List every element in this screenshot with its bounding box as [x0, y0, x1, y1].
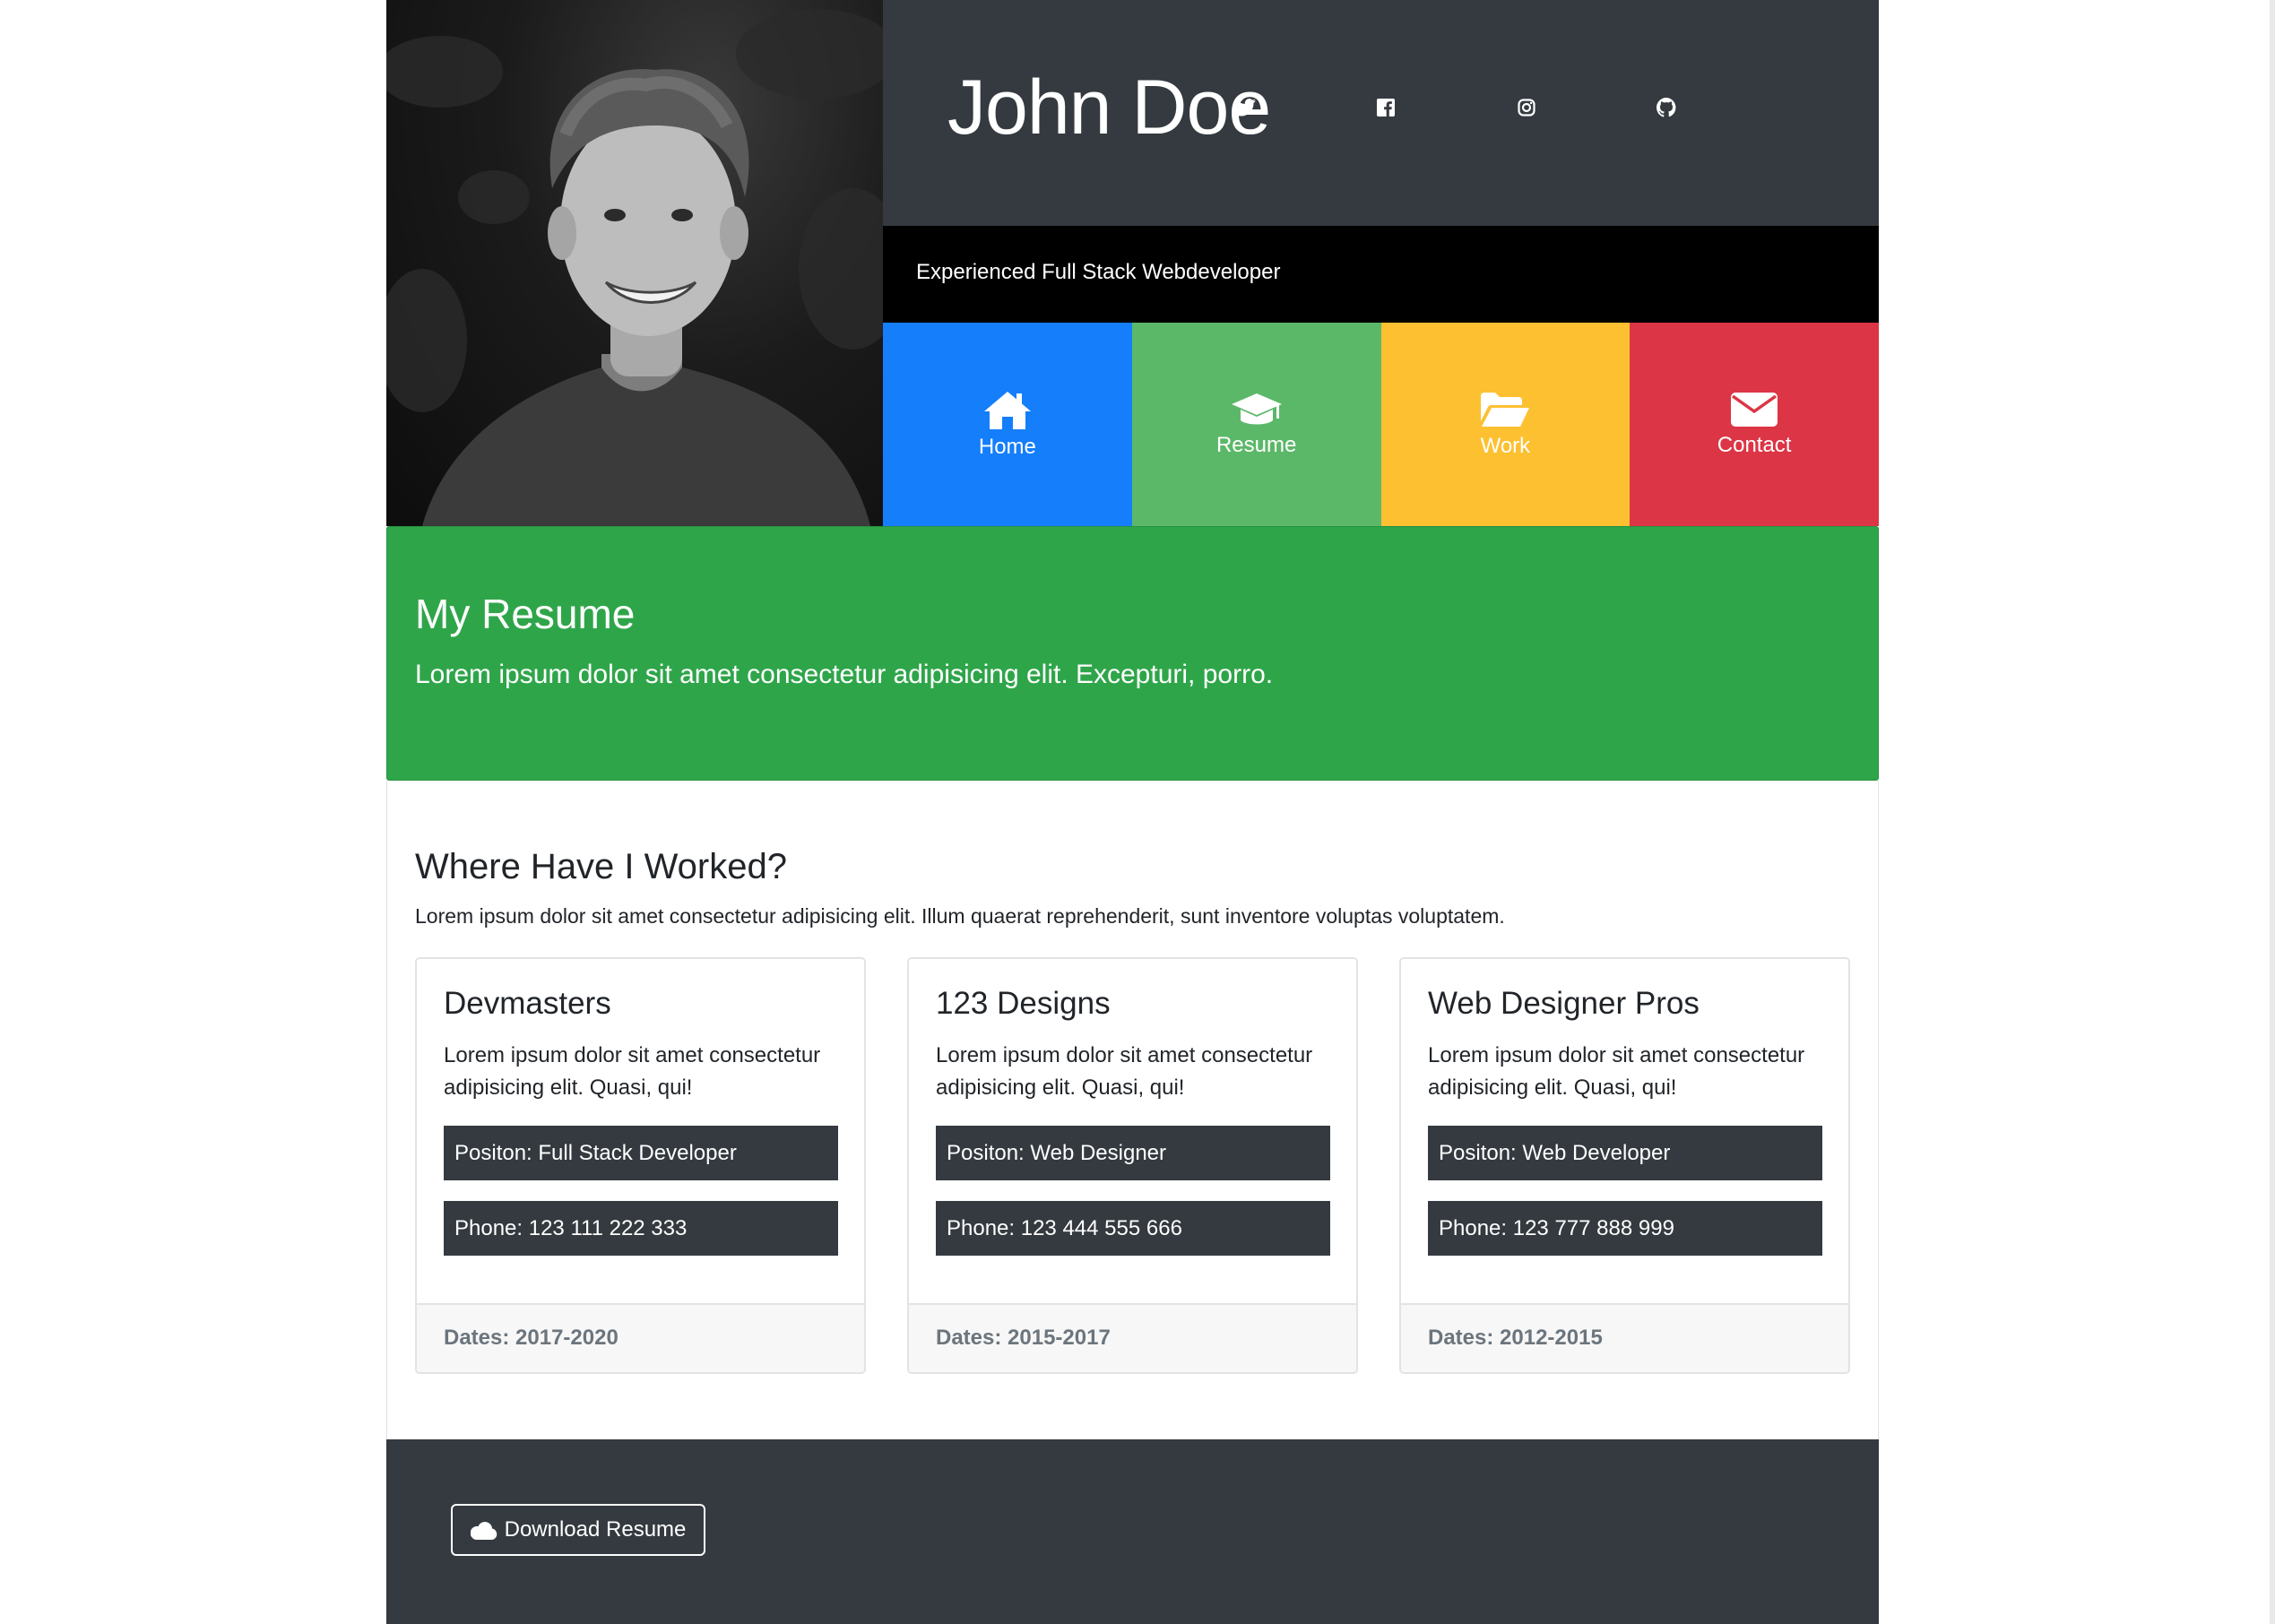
resume-page: John Doe Experienced Full Stack Webdevel… — [386, 0, 1879, 1624]
job-dates: Dates: 2017-2020 — [417, 1303, 864, 1372]
job-phone: Phone: 123 111 222 333 — [444, 1201, 838, 1256]
work-section: Where Have I Worked? Lorem ipsum dolor s… — [386, 781, 1879, 1439]
job-card: Web Designer Pros Lorem ipsum dolor sit … — [1399, 957, 1850, 1374]
twitter-link[interactable] — [1231, 93, 1259, 122]
main-nav: Home Resume Work Contact — [883, 323, 1879, 526]
download-resume-label: Download Resume — [504, 1517, 687, 1542]
github-link[interactable] — [1652, 93, 1681, 122]
header: John Doe Experienced Full Stack Webdevel… — [386, 0, 1879, 526]
job-position: Positon: Full Stack Developer — [444, 1126, 838, 1180]
instagram-icon — [1518, 99, 1535, 117]
work-title: Where Have I Worked? — [415, 847, 787, 886]
job-position: Positon: Web Developer — [1428, 1126, 1822, 1180]
home-icon — [983, 391, 1031, 429]
job-company: Devmasters — [444, 986, 611, 1021]
resume-banner: My Resume Lorem ipsum dolor sit amet con… — [386, 526, 1879, 781]
nav-contact[interactable]: Contact — [1630, 323, 1879, 526]
tagline: Experienced Full Stack Webdeveloper — [916, 260, 1281, 284]
nav-resume-label: Resume — [1215, 432, 1297, 457]
nav-resume[interactable]: Resume — [1131, 323, 1381, 526]
nav-work[interactable]: Work — [1380, 323, 1631, 526]
nav-contact-label: Contact — [1717, 432, 1792, 457]
profile-photo — [386, 0, 883, 526]
instagram-link[interactable] — [1512, 93, 1541, 122]
job-phone: Phone: 123 444 555 666 — [936, 1201, 1330, 1256]
nav-home[interactable]: Home — [883, 323, 1132, 526]
facebook-link[interactable] — [1371, 93, 1400, 122]
nav-home-label: Home — [978, 434, 1036, 459]
graduation-cap-icon — [1231, 393, 1282, 424]
footer: Download Resume — [386, 1439, 1879, 1624]
job-position: Positon: Web Designer — [936, 1126, 1330, 1180]
nav-work-label: Work — [1480, 433, 1531, 458]
job-phone: Phone: 123 777 888 999 — [1428, 1201, 1822, 1256]
job-description: Lorem ipsum dolor sit amet consectetur a… — [936, 1043, 1313, 1100]
folder-open-icon — [1481, 392, 1530, 427]
job-company: Web Designer Pros — [1428, 986, 1700, 1021]
download-resume-button[interactable]: Download Resume — [451, 1504, 705, 1556]
work-lead: Lorem ipsum dolor sit amet consectetur a… — [415, 904, 1505, 928]
job-dates: Dates: 2015-2017 — [909, 1303, 1356, 1372]
job-card: 123 Designs Lorem ipsum dolor sit amet c… — [907, 957, 1358, 1374]
window-edge — [2270, 0, 2275, 1624]
envelope-icon — [1731, 392, 1778, 427]
banner-title: My Resume — [415, 591, 636, 637]
facebook-icon — [1377, 99, 1395, 117]
twitter-icon — [1234, 99, 1256, 117]
tagline-bar: Experienced Full Stack Webdeveloper — [883, 226, 1879, 323]
job-dates: Dates: 2012-2015 — [1401, 1303, 1848, 1372]
profile-name: John Doe — [947, 65, 1271, 151]
job-card: Devmasters Lorem ipsum dolor sit amet co… — [415, 957, 866, 1374]
github-icon — [1657, 98, 1676, 117]
job-description: Lorem ipsum dolor sit amet consectetur a… — [1428, 1043, 1805, 1100]
cloud-icon — [470, 1522, 497, 1540]
banner-subtitle: Lorem ipsum dolor sit amet consectetur a… — [415, 660, 1274, 689]
name-bar: John Doe — [883, 0, 1879, 226]
job-description: Lorem ipsum dolor sit amet consectetur a… — [444, 1043, 821, 1100]
job-company: 123 Designs — [936, 986, 1111, 1021]
